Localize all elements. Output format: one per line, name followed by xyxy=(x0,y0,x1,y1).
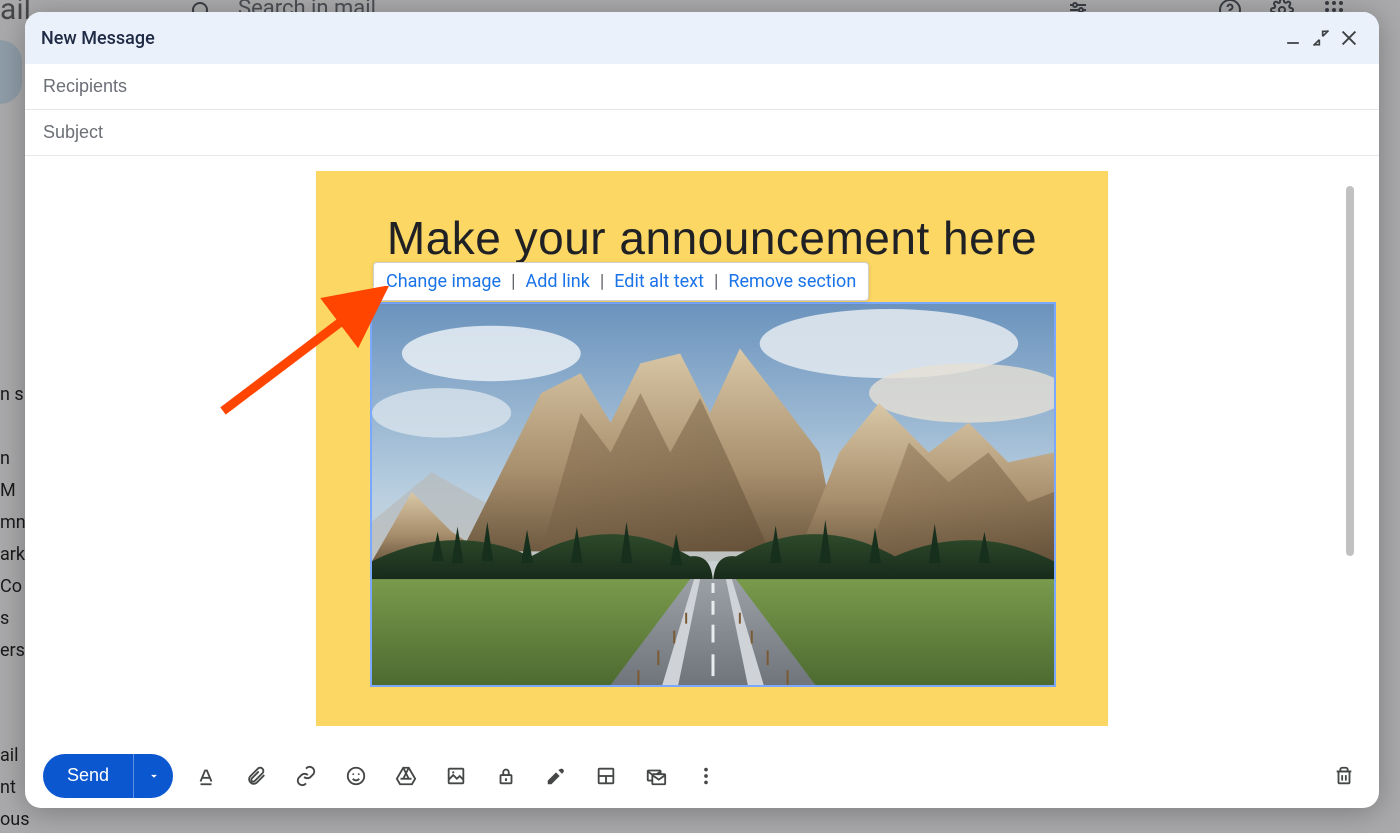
subject-input[interactable] xyxy=(43,122,1361,143)
send-split-button: Send xyxy=(43,754,173,798)
drive-icon[interactable] xyxy=(389,759,423,793)
template-image[interactable] xyxy=(370,302,1056,687)
compose-body[interactable]: Make your announcement here xyxy=(25,156,1379,742)
confidential-icon[interactable] xyxy=(489,759,523,793)
layout-icon[interactable] xyxy=(589,759,623,793)
compose-footer: Send xyxy=(25,742,1379,808)
delete-draft-button[interactable] xyxy=(1327,759,1361,793)
compose-header: New Message xyxy=(25,12,1379,64)
link-icon[interactable] xyxy=(289,759,323,793)
edit-alt-text-link[interactable]: Edit alt text xyxy=(614,271,704,292)
add-link-link[interactable]: Add link xyxy=(526,271,590,292)
toolbar-separator: | xyxy=(714,271,718,292)
scrollbar-thumb[interactable] xyxy=(1346,186,1354,556)
template-heading[interactable]: Make your announcement here xyxy=(370,211,1054,265)
signature-icon[interactable] xyxy=(539,759,573,793)
send-button[interactable]: Send xyxy=(43,754,133,798)
recipients-input[interactable] xyxy=(43,76,1361,97)
send-options-button[interactable] xyxy=(133,754,173,798)
toolbar-separator: | xyxy=(600,271,604,292)
attach-icon[interactable] xyxy=(239,759,273,793)
text-format-icon[interactable] xyxy=(189,759,223,793)
close-button[interactable] xyxy=(1335,24,1363,52)
image-icon[interactable] xyxy=(439,759,473,793)
image-edit-toolbar: Change image | Add link | Edit alt text … xyxy=(373,262,869,301)
exit-fullscreen-button[interactable] xyxy=(1307,24,1335,52)
compose-window: New Message Make your announcement here xyxy=(25,12,1379,808)
minimize-button[interactable] xyxy=(1279,24,1307,52)
subject-row[interactable] xyxy=(25,110,1379,156)
compose-title: New Message xyxy=(41,28,155,49)
more-icon[interactable] xyxy=(689,759,723,793)
compose-pill-fragment xyxy=(0,40,22,104)
recipients-row[interactable] xyxy=(25,64,1379,110)
remove-section-link[interactable]: Remove section xyxy=(728,271,856,292)
emoji-icon[interactable] xyxy=(339,759,373,793)
change-image-link[interactable]: Change image xyxy=(386,271,501,292)
mail-template-icon[interactable] xyxy=(639,759,673,793)
toolbar-separator: | xyxy=(511,271,515,292)
